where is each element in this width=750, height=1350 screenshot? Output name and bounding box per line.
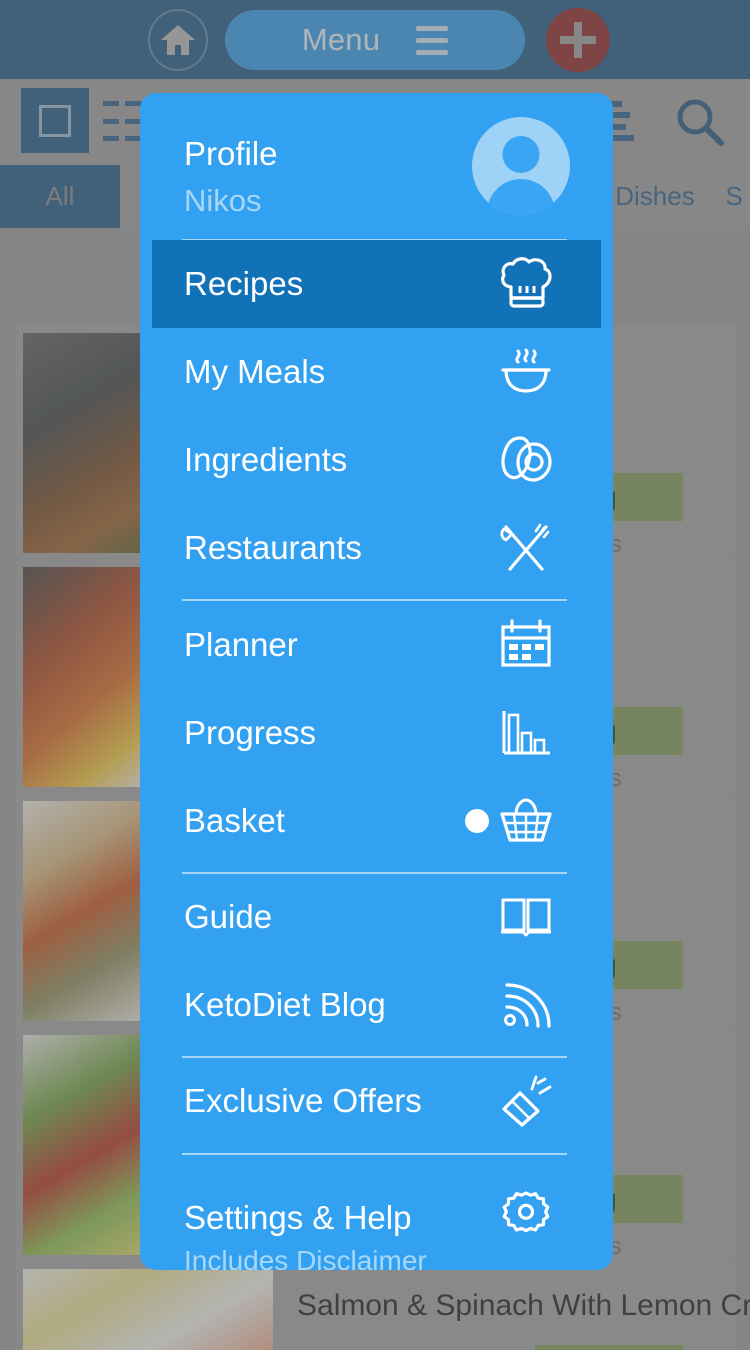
chef-hat-icon [498,256,554,312]
sidebar-item-guide[interactable]: Guide [140,873,613,961]
tab-all-label: All [45,181,75,211]
menu-button-label: Menu [301,22,381,57]
carb-badge: 5.9 g [535,1345,683,1350]
calendar-icon [498,617,554,673]
grid-view-icon[interactable] [21,88,89,153]
sidebar-item-label: Ingredients [184,441,348,478]
sidebar-item-progress[interactable]: Progress [140,689,613,777]
sidebar-item-my-meals[interactable]: My Meals [140,328,613,416]
recipe-title: Salmon & Spinach With Lemon Cream [297,1289,750,1322]
megaphone-icon [498,1073,554,1129]
cutlery-icon [498,520,554,576]
tab-s-label: S [725,181,743,211]
soup-bowl-icon [498,344,554,400]
sidebar-item-label: Planner [184,626,298,663]
sidebar-item-label: KetoDiet Blog [184,986,386,1023]
sidebar-item-label: Progress [184,714,317,751]
open-book-icon [498,889,554,945]
avocado-icon [498,432,554,488]
avatar[interactable] [472,117,570,215]
sidebar-item-ketodiet-blog[interactable]: KetoDiet Blog [140,961,613,1049]
sidebar-item-recipes[interactable]: Recipes [152,240,601,328]
sidebar-item-label: Exclusive Offers [184,1082,422,1119]
search-icon[interactable] [672,95,728,156]
tab-all[interactable]: All [0,165,120,228]
menu-drawer: Profile Nikos Recipes My Meals Ingredien… [140,93,613,1270]
sidebar-item-label: Recipes [184,265,304,302]
gear-icon [498,1187,554,1243]
sidebar-item-label: Restaurants [184,529,362,566]
sidebar-item-settings-help[interactable]: Settings & Help Includes Disclaimer [140,1155,613,1270]
tab-s[interactable]: S [718,165,750,228]
table-row[interactable]: Salmon & Spinach With Lemon Cream 15 min… [14,1260,750,1350]
recipe-thumbnail [23,1269,273,1350]
hamburger-icon [416,25,449,55]
home-icon [159,22,197,58]
plus-icon [560,22,596,58]
sidebar-item-planner[interactable]: Planner [140,601,613,689]
bar-chart-icon [498,705,554,761]
profile-section[interactable]: Profile Nikos [140,93,613,240]
sidebar-item-label: Guide [184,898,273,935]
tab-dishes[interactable]: Dishes [600,165,710,228]
basket-icon [498,793,554,849]
status-badge [465,809,489,833]
sidebar-item-label: Basket [184,802,285,839]
add-button[interactable] [546,8,610,72]
app-root: Menu All Dishes S Salmon & Spinach With … [0,0,750,1350]
top-bar: Menu [0,0,750,79]
sidebar-item-label: Settings & Help [184,1199,412,1236]
sidebar-item-ingredients[interactable]: Ingredients [140,416,613,504]
page-title: Profile [184,135,278,172]
sidebar-item-basket[interactable]: Basket [140,777,613,865]
sidebar-item-sublabel: Includes Disclaimer [184,1245,427,1270]
sidebar-item-restaurants[interactable]: Restaurants [140,504,613,592]
sidebar-item-exclusive-offers[interactable]: Exclusive Offers [140,1057,613,1145]
menu-button[interactable]: Menu [225,10,525,70]
home-button[interactable] [148,9,208,71]
rss-feed-icon [498,977,554,1033]
sidebar-item-label: My Meals [184,353,326,390]
user-avatar-icon [502,136,540,173]
profile-username: Nikos [184,183,262,218]
tab-dishes-label: Dishes [615,181,695,211]
